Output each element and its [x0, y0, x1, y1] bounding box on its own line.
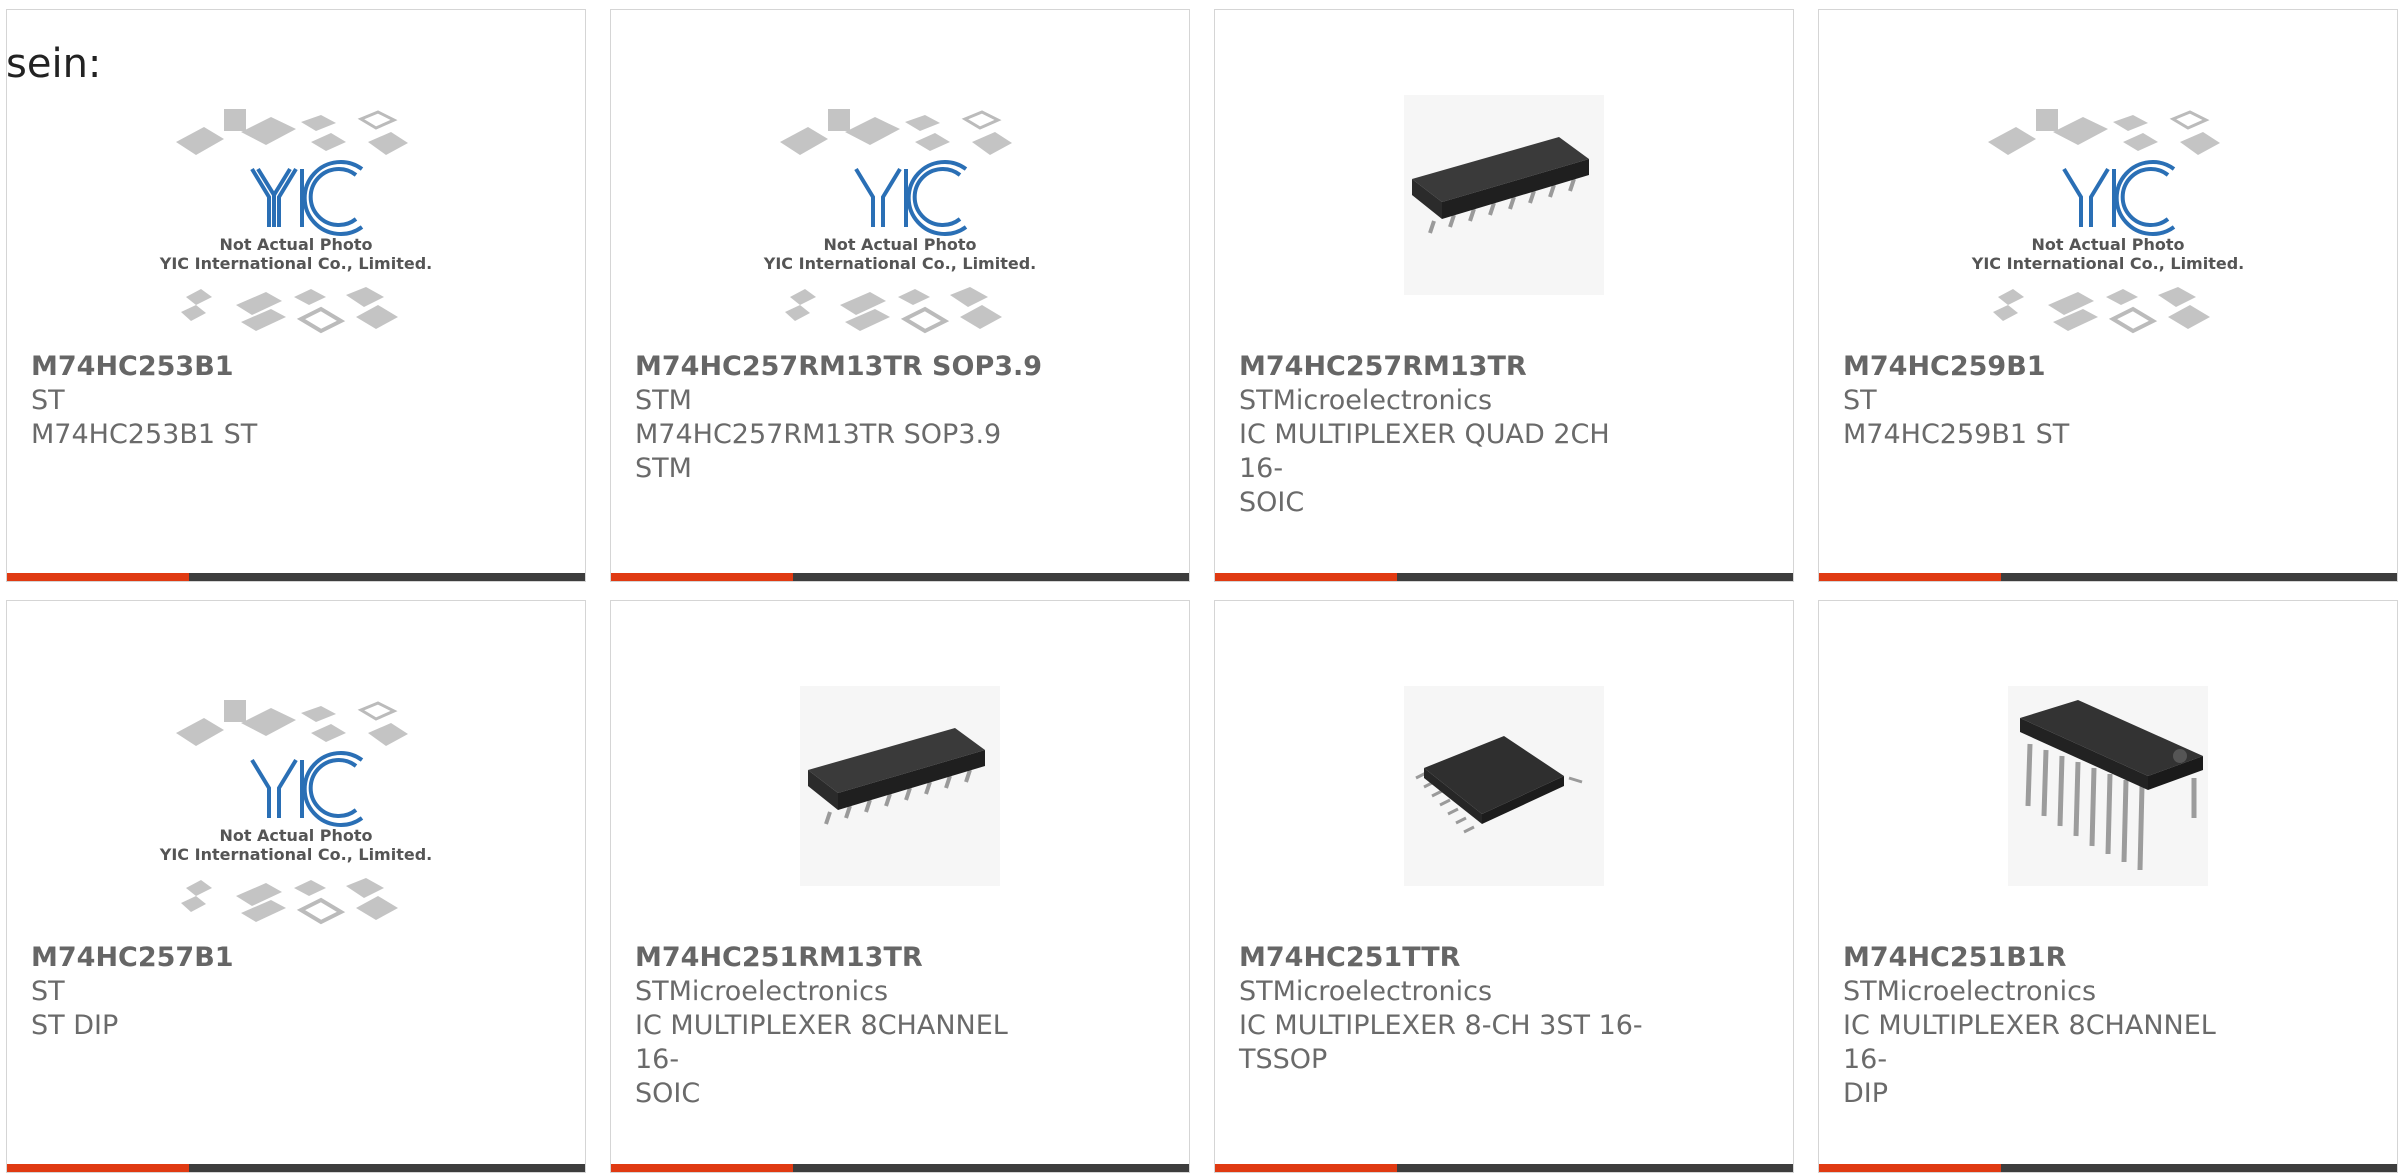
description-line1: M74HC259B1 ST: [1843, 419, 2070, 450]
card-footer-bar: [1215, 573, 1793, 581]
manufacturer: STMicroelectronics: [635, 976, 889, 1007]
description-line1: ST DIP: [31, 1010, 119, 1041]
card-footer-accent: [611, 1164, 793, 1172]
dip-chip-image: [2008, 686, 2208, 886]
manufacturer: STMicroelectronics: [1239, 976, 1493, 1007]
card-footer-bar: [1819, 573, 2397, 581]
card-footer-accent: [1819, 573, 2001, 581]
description-line2: SOIC: [635, 1078, 701, 1109]
description-line2: DIP: [1843, 1078, 1889, 1109]
card-footer-bar: [611, 573, 1189, 581]
card-footer-bar: [611, 1164, 1189, 1172]
product-info: M74HC257RM13TR SOP3.9 STM M74HC257RM13TR…: [635, 350, 1055, 486]
manufacturer: STMicroelectronics: [1843, 976, 2097, 1007]
card-footer-accent: [1215, 1164, 1397, 1172]
product-info: M74HC257RM13TR STMicroelectronics IC MUL…: [1239, 350, 1659, 520]
product-card[interactable]: Not Actual Photo YIC International Co., …: [610, 9, 1190, 582]
description-line2: SOIC: [1239, 487, 1305, 518]
yic-placeholder-image: Not Actual Photo YIC International Co., …: [159, 109, 432, 334]
manufacturer: ST: [1843, 385, 1877, 416]
tssop-chip-image: [1404, 686, 1604, 886]
card-footer-bar: [1215, 1164, 1793, 1172]
product-image[interactable]: Not Actual Photo YIC International Co., …: [750, 87, 1050, 357]
placeholder-line2: YIC International Co., Limited.: [1971, 254, 2244, 273]
product-info: M74HC251B1R STMicroelectronics IC MULTIP…: [1843, 941, 2263, 1111]
description-line1: IC MULTIPLEXER QUAD 2CH 16-: [1239, 419, 1610, 484]
part-number[interactable]: M74HC253B1: [31, 350, 451, 384]
product-info: M74HC251TTR STMicroelectronics IC MULTIP…: [1239, 941, 1659, 1077]
product-card[interactable]: Not Actual Photo YIC International Co., …: [1818, 9, 2398, 582]
description-line2: TSSOP: [1239, 1044, 1328, 1075]
description-line1: IC MULTIPLEXER 8CHANNEL 16-: [635, 1010, 1008, 1075]
product-card[interactable]: M74HC251B1R STMicroelectronics IC MULTIP…: [1818, 600, 2398, 1173]
placeholder-line2: YIC International Co., Limited.: [159, 845, 432, 864]
product-card[interactable]: M74HC257RM13TR STMicroelectronics IC MUL…: [1214, 9, 1794, 582]
product-image[interactable]: Not Actual Photo YIC International Co., …: [146, 678, 446, 948]
manufacturer: STM: [635, 385, 692, 416]
yic-placeholder-image: Not Actual Photo YIC International Co., …: [763, 109, 1036, 334]
soic-chip-image: [800, 686, 1000, 886]
description-line1: M74HC257RM13TR SOP3.9 STM: [635, 419, 1002, 484]
placeholder-line1: Not Actual Photo: [219, 235, 372, 254]
card-footer-accent: [7, 573, 189, 581]
card-footer-accent: [7, 1164, 189, 1172]
product-card[interactable]: Not Actual Photo YIC International Co., …: [6, 600, 586, 1173]
product-card[interactable]: M74HC251RM13TR STMicroelectronics IC MUL…: [610, 600, 1190, 1173]
product-grid: Not Actual Photo YIC International Co., …: [6, 9, 2398, 1173]
product-image[interactable]: [1354, 678, 1654, 948]
card-footer-accent: [1215, 573, 1397, 581]
placeholder-line1: Not Actual Photo: [823, 235, 976, 254]
part-number[interactable]: M74HC257RM13TR SOP3.9: [635, 350, 1055, 384]
product-card[interactable]: M74HC251TTR STMicroelectronics IC MULTIP…: [1214, 600, 1794, 1173]
product-image[interactable]: [1354, 87, 1654, 357]
card-footer-accent: [1819, 1164, 2001, 1172]
manufacturer: ST: [31, 976, 65, 1007]
card-footer-bar: [1819, 1164, 2397, 1172]
placeholder-line1: Not Actual Photo: [219, 826, 372, 845]
part-number[interactable]: M74HC259B1: [1843, 350, 2263, 384]
product-image[interactable]: [750, 678, 1050, 948]
part-number[interactable]: M74HC257B1: [31, 941, 451, 975]
card-footer-bar: [7, 573, 585, 581]
placeholder-line2: YIC International Co., Limited.: [159, 254, 432, 273]
product-card[interactable]: Not Actual Photo YIC International Co., …: [6, 9, 586, 582]
description-line1: IC MULTIPLEXER 8-CH 3ST 16-: [1239, 1010, 1643, 1041]
description-line1: IC MULTIPLEXER 8CHANNEL 16-: [1843, 1010, 2216, 1075]
placeholder-line2: YIC International Co., Limited.: [763, 254, 1036, 273]
product-image[interactable]: [1958, 678, 2258, 948]
product-info: M74HC257B1 ST ST DIP: [31, 941, 451, 1043]
product-info: M74HC259B1 ST M74HC259B1 ST: [1843, 350, 2263, 452]
manufacturer: STMicroelectronics: [1239, 385, 1493, 416]
part-number[interactable]: M74HC257RM13TR: [1239, 350, 1659, 384]
placeholder-line1: Not Actual Photo: [2031, 235, 2184, 254]
description-line1: M74HC253B1 ST: [31, 419, 258, 450]
product-image[interactable]: Not Actual Photo YIC International Co., …: [1958, 87, 2258, 357]
intro-text: sein:: [6, 41, 102, 87]
part-number[interactable]: M74HC251RM13TR: [635, 941, 1055, 975]
yic-placeholder-image: Not Actual Photo YIC International Co., …: [1971, 109, 2244, 334]
card-footer-bar: [7, 1164, 585, 1172]
manufacturer: ST: [31, 385, 65, 416]
part-number[interactable]: M74HC251B1R: [1843, 941, 2263, 975]
product-info: M74HC251RM13TR STMicroelectronics IC MUL…: [635, 941, 1055, 1111]
product-image[interactable]: Not Actual Photo YIC International Co., …: [146, 87, 446, 357]
product-info: M74HC253B1 ST M74HC253B1 ST: [31, 350, 451, 452]
soic-chip-image: [1404, 95, 1604, 295]
card-footer-accent: [611, 573, 793, 581]
part-number[interactable]: M74HC251TTR: [1239, 941, 1659, 975]
yic-placeholder-image: Not Actual Photo YIC International Co., …: [159, 700, 432, 925]
